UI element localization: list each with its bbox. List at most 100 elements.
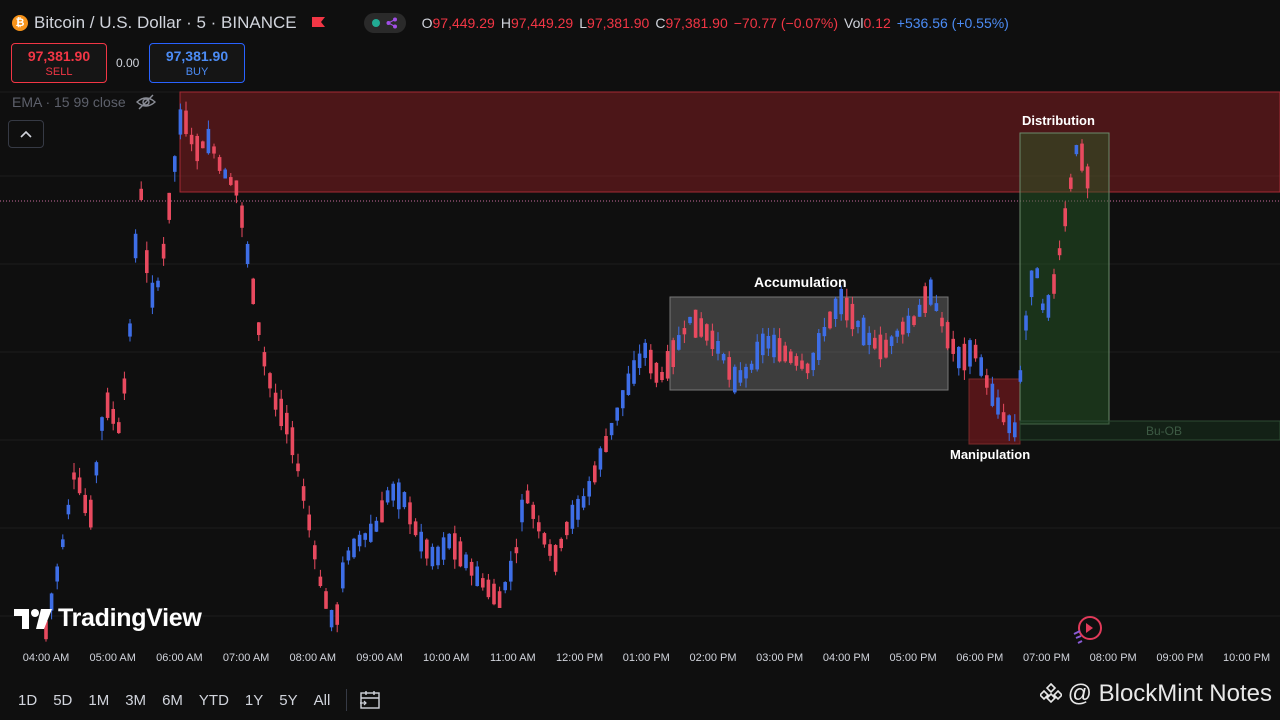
candle-body	[531, 504, 535, 519]
candle-body	[968, 340, 972, 367]
time-tick-label: 01:00 PM	[622, 652, 670, 664]
range-button-ytd[interactable]: YTD	[199, 692, 229, 709]
watermark: @ BlockMint Notes	[1039, 680, 1272, 708]
candle-body	[861, 317, 866, 346]
volume-change: +536.56 (+0.55%)	[896, 15, 1009, 31]
time-tick-label: 07:00 PM	[1022, 652, 1071, 664]
candle-body	[878, 334, 883, 360]
candle-body	[604, 436, 608, 452]
candle-body	[150, 282, 155, 308]
candle-body	[363, 533, 367, 540]
candle-body	[665, 351, 670, 379]
replay-icon[interactable]	[1073, 616, 1102, 644]
time-tick-label: 12:00 PM	[556, 652, 604, 664]
candle-body	[285, 412, 289, 435]
candle-body	[268, 373, 272, 389]
candle-body	[1046, 295, 1051, 318]
ema-indicator-legend[interactable]: EMA · 15 99 close	[12, 94, 156, 110]
close-value: 97,381.90	[665, 15, 728, 31]
candle-body	[576, 498, 580, 520]
candle-body	[945, 322, 950, 349]
candle-body	[117, 422, 121, 434]
range-button-1y[interactable]: 1Y	[245, 692, 263, 709]
legend-row: ₿ Bitcoin / U.S. Dollar · 5 · BINANCE O9…	[12, 12, 1015, 34]
candle-body	[643, 342, 647, 358]
candle-body	[413, 521, 418, 536]
eye-off-icon[interactable]	[135, 94, 156, 110]
symbol-title[interactable]: Bitcoin / U.S. Dollar · 5 · BINANCE	[34, 13, 297, 33]
candle-body	[374, 520, 379, 532]
open-label: O	[421, 15, 433, 31]
candle-body	[906, 315, 911, 334]
candle-body	[318, 576, 323, 587]
buy-price: 97,381.90	[165, 48, 229, 64]
candle-body	[72, 472, 76, 480]
sell-price: 97,381.90	[27, 48, 91, 64]
candle-body	[693, 309, 698, 338]
tradingview-logo[interactable]: TradingView	[14, 604, 202, 633]
range-button-3m[interactable]: 3M	[125, 692, 146, 709]
candle-body	[570, 504, 575, 529]
candle-body	[1069, 177, 1073, 189]
sell-button[interactable]: 97,381.90 SELL	[11, 43, 107, 83]
candle-body	[229, 177, 233, 185]
candle-body	[55, 566, 59, 582]
candle-body	[212, 146, 216, 154]
time-axis[interactable]: 04:00 AM 05:00 AM 06:00 AM 07:00 AM 08:00 AM…	[0, 652, 1280, 666]
range-button-1m[interactable]: 1M	[88, 692, 109, 709]
candle-body	[581, 496, 586, 508]
price-chart[interactable]	[0, 0, 1280, 650]
calendar-icon[interactable]	[359, 690, 381, 710]
candle-body	[660, 372, 664, 380]
range-button-5y[interactable]: 5Y	[279, 692, 297, 709]
time-tick-label: 10:00 PM	[1223, 652, 1271, 664]
candle-body	[173, 156, 177, 172]
candle-body	[548, 544, 552, 556]
candle-body	[245, 243, 250, 265]
candle-body	[481, 578, 485, 588]
buy-button[interactable]: 97,381.90 BUY	[149, 43, 245, 83]
supply-zone-box[interactable]	[179, 91, 1280, 193]
range-button-all[interactable]: All	[314, 692, 331, 709]
time-tick-label: 07:00 AM	[222, 652, 270, 664]
candle-body	[357, 534, 362, 547]
candle-body	[469, 561, 474, 576]
flag-icon[interactable]	[311, 16, 326, 30]
range-button-6m[interactable]: 6M	[162, 692, 183, 709]
share-icon	[386, 17, 397, 29]
manipulation-label: Manipulation	[950, 447, 1031, 462]
candle-body	[83, 494, 87, 514]
indicators-pill[interactable]	[363, 13, 406, 33]
candle-body	[783, 345, 787, 362]
candle-body	[727, 357, 731, 380]
candle-body	[845, 297, 849, 321]
candle-body	[352, 538, 356, 558]
candle-body	[553, 545, 558, 572]
volume-label: Vol	[844, 15, 864, 31]
candle-body	[912, 316, 916, 326]
candle-body	[156, 280, 160, 288]
open-value: 97,449.29	[432, 15, 495, 31]
candle-body	[240, 205, 244, 228]
time-tick-label: 09:00 AM	[356, 652, 403, 664]
manipulation-box[interactable]	[968, 378, 1021, 445]
distribution-label: Distribution	[1022, 113, 1095, 128]
candle-body	[425, 539, 429, 559]
candle-body	[307, 514, 311, 531]
candle-body	[402, 492, 407, 508]
candle-body	[537, 522, 541, 532]
range-button-1d[interactable]: 1D	[18, 692, 37, 709]
spread-value: 0.00	[116, 56, 140, 70]
candle-body	[766, 336, 771, 349]
candle-body	[587, 481, 591, 497]
accumulation-label: Accumulation	[754, 274, 847, 290]
tradingview-icon	[14, 608, 52, 629]
collapse-legend-button[interactable]	[8, 120, 44, 148]
time-tick-label: 05:00 AM	[89, 652, 136, 664]
candle-body	[744, 366, 748, 379]
range-button-5d[interactable]: 5D	[53, 692, 72, 709]
candle-body	[705, 324, 709, 341]
candle-body	[1024, 315, 1028, 331]
candle-body	[503, 582, 507, 591]
volume-value: 0.12	[863, 15, 891, 31]
